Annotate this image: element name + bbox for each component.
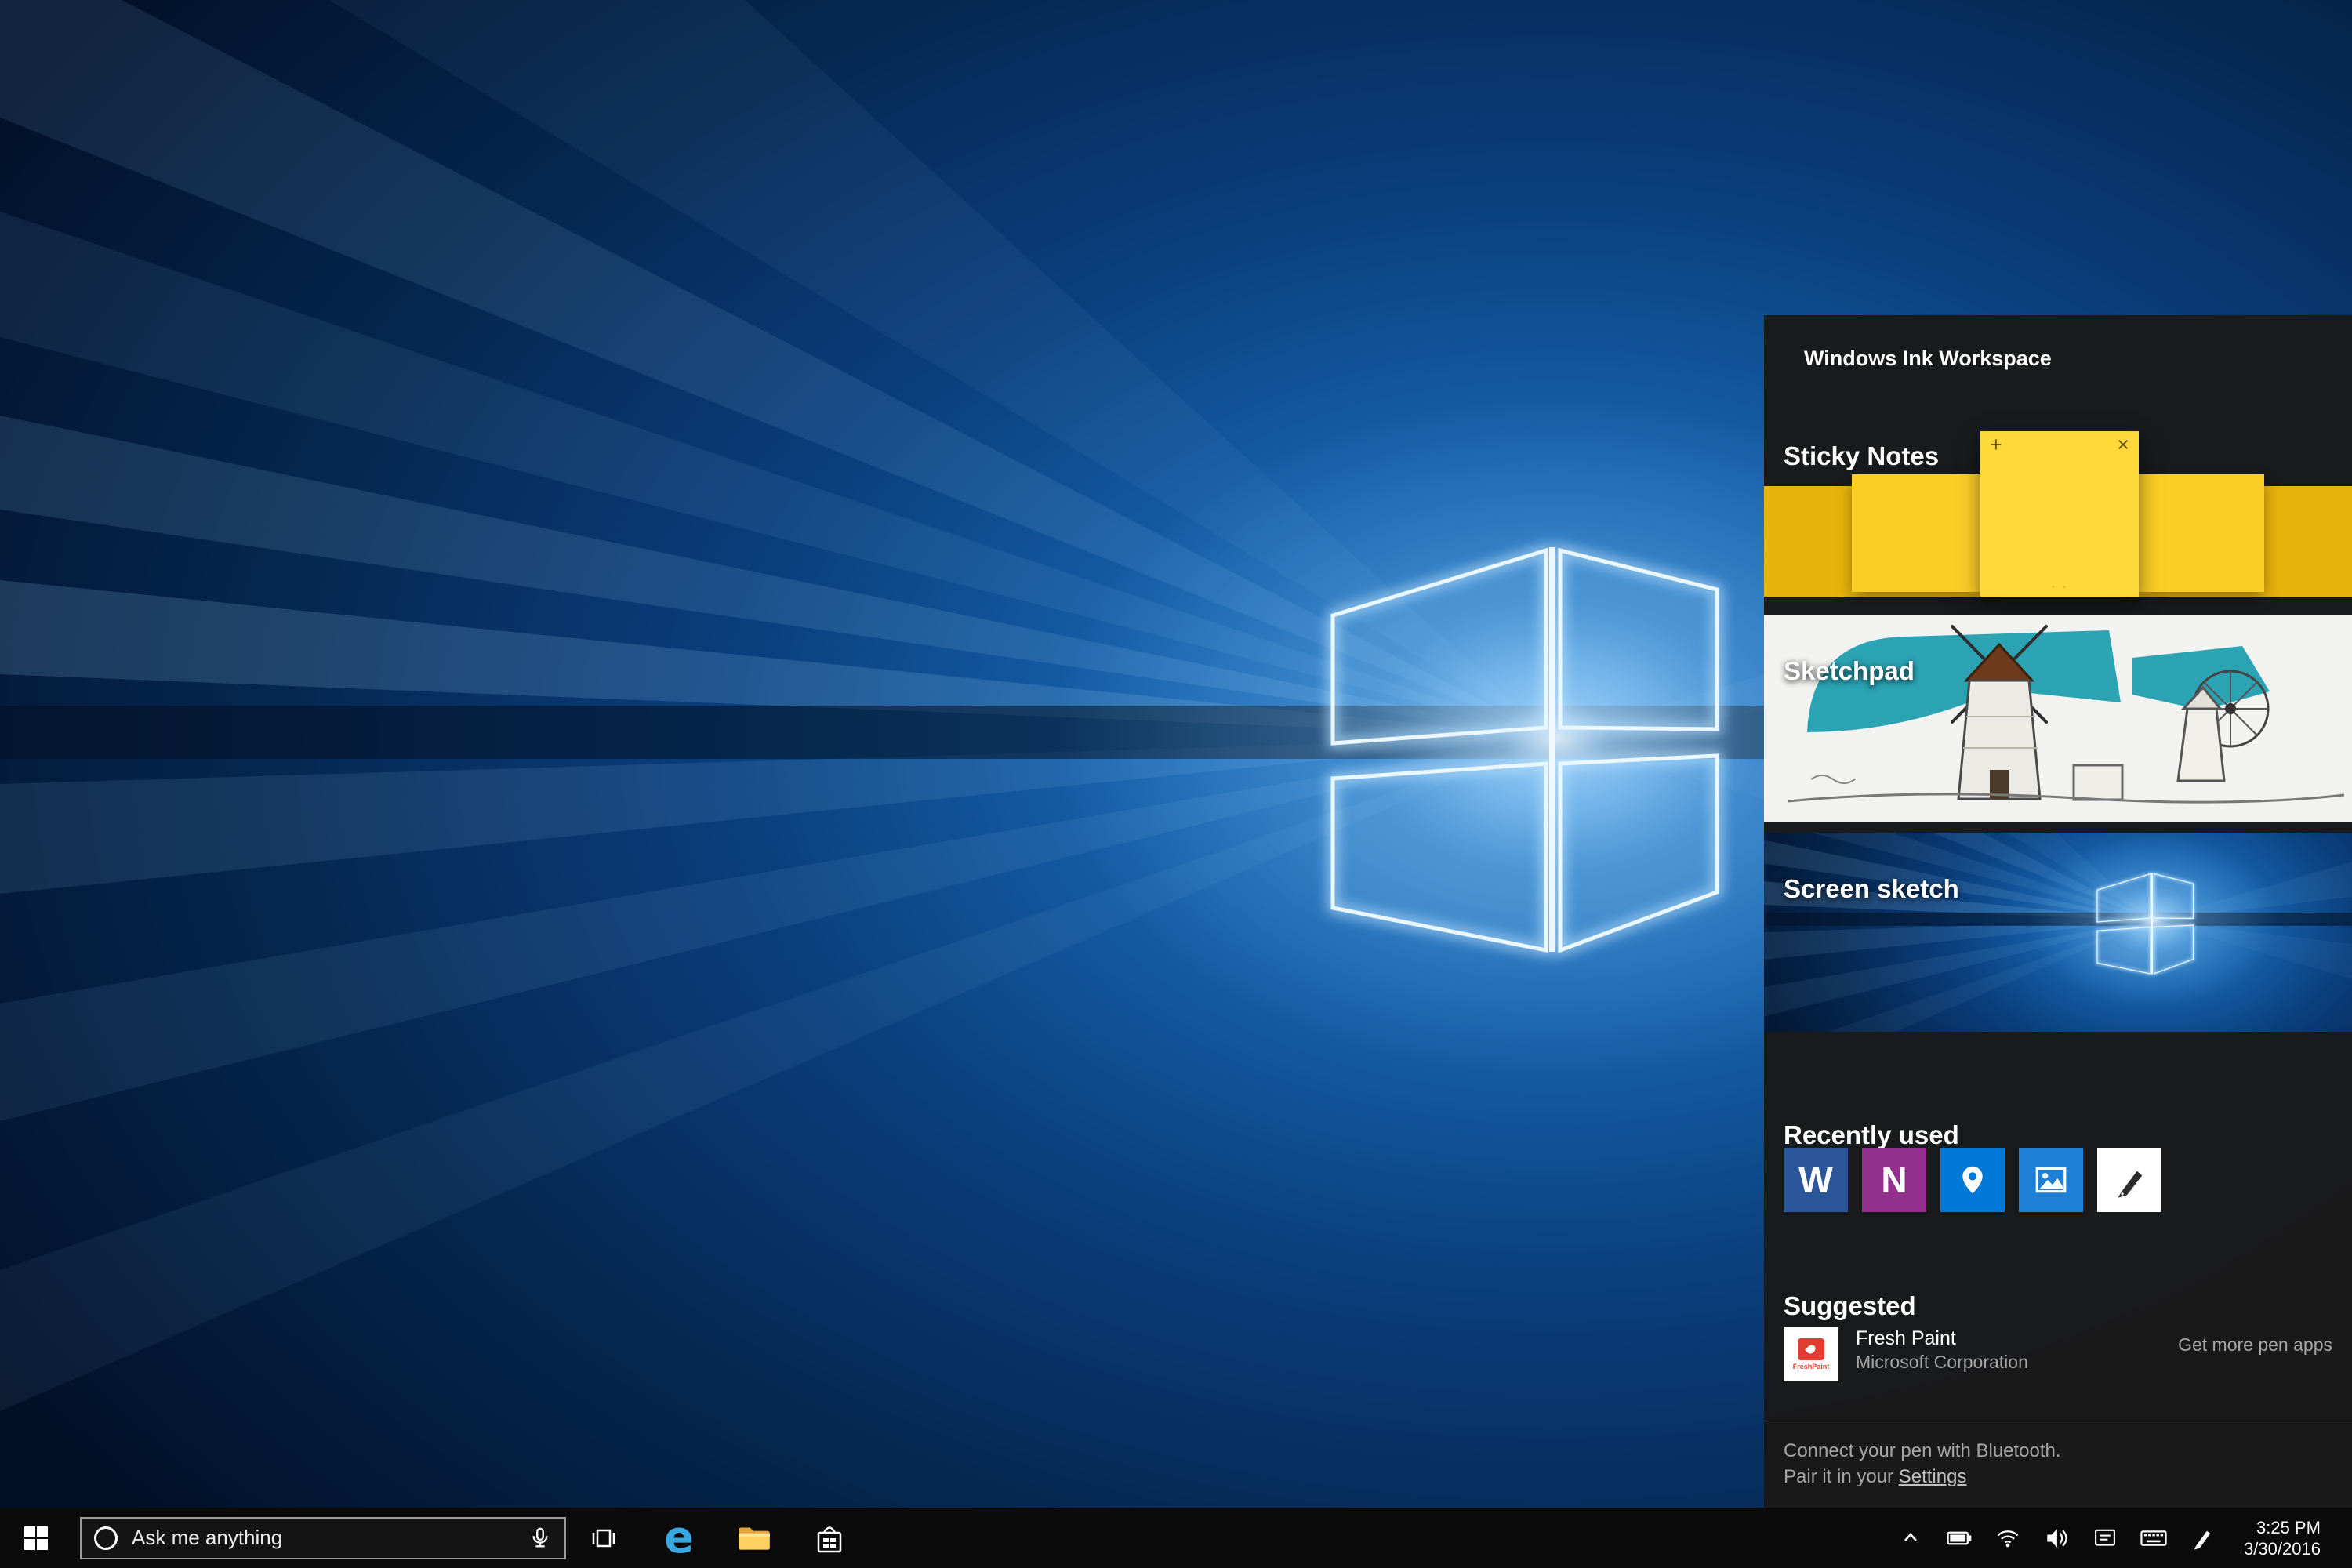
ink-workspace-button[interactable] [2178, 1508, 2227, 1568]
screen-sketch-tile[interactable]: Screen sketch [1764, 833, 2352, 1032]
photos-icon [2033, 1162, 2069, 1198]
sticky-note-header: + × [1980, 431, 2139, 456]
maps-pin-icon [1955, 1162, 1991, 1198]
recently-used-row: W N [1784, 1148, 2161, 1212]
footer-line2-text: Pair it in your [1784, 1466, 1899, 1487]
search-input[interactable] [130, 1525, 516, 1551]
note-resize-dots-icon: · · [1980, 579, 2139, 594]
add-note-icon[interactable]: + [1990, 433, 2002, 456]
desktop: Windows Ink Workspace Sticky Notes + × ·… [0, 0, 2352, 1568]
panel-footer: Connect your pen with Bluetooth. Pair it… [1784, 1438, 2061, 1490]
screen-sketch-preview-image [1764, 833, 2352, 1032]
store-button[interactable] [792, 1508, 867, 1568]
sticky-note[interactable]: + × · · [1980, 431, 2139, 597]
screen-sketch-label: Screen sketch [1784, 874, 1959, 904]
fresh-paint-logo-mark [1798, 1338, 1824, 1360]
taskbar-search-box[interactable] [80, 1517, 566, 1559]
task-view-icon [590, 1524, 618, 1552]
chevron-up-icon [1900, 1527, 1922, 1549]
fresh-paint-icon: FreshPaint [1784, 1327, 1838, 1381]
fountain-pen-icon [2109, 1160, 2150, 1200]
sticky-notes-preview[interactable]: + × · · [1764, 431, 2352, 600]
action-center-icon [2092, 1525, 2118, 1552]
get-more-pen-apps-link[interactable]: Get more pen apps [2178, 1334, 2332, 1356]
maps-app-tile[interactable] [1940, 1148, 2005, 1212]
panel-title: Windows Ink Workspace [1804, 347, 2052, 371]
show-hidden-icons-button[interactable] [1886, 1508, 1935, 1568]
sketchpad-tile[interactable]: Sketchpad [1764, 615, 2352, 822]
file-explorer-icon [735, 1519, 774, 1558]
cortana-icon [94, 1526, 118, 1550]
word-app-tile[interactable]: W [1784, 1148, 1848, 1212]
store-icon [812, 1521, 847, 1555]
fresh-paint-logo-caption: FreshPaint [1793, 1363, 1830, 1370]
footer-line1: Connect your pen with Bluetooth. [1784, 1438, 2061, 1464]
keyboard-icon [2139, 1523, 2169, 1553]
clock-time: 3:25 PM [2244, 1517, 2321, 1538]
sticky-note-back-right[interactable] [2139, 474, 2264, 592]
volume-button[interactable] [2032, 1508, 2081, 1568]
suggested-app-publisher: Microsoft Corporation [1856, 1351, 2028, 1374]
settings-link[interactable]: Settings [1899, 1466, 1967, 1487]
taskbar: e [0, 1508, 2352, 1568]
edge-button[interactable]: e [641, 1508, 717, 1568]
taskbar-clock[interactable]: 3:25 PM 3/30/2016 [2227, 1508, 2352, 1568]
system-tray: 3:25 PM 3/30/2016 [1886, 1508, 2352, 1568]
footer-line2: Pair it in your Settings [1784, 1464, 2061, 1490]
suggested-app-name: Fresh Paint [1856, 1327, 2028, 1351]
file-explorer-button[interactable] [717, 1508, 792, 1568]
onenote-app-tile[interactable]: N [1862, 1148, 1926, 1212]
ink-workspace-panel: Windows Ink Workspace Sticky Notes + × ·… [1764, 315, 2352, 1508]
word-icon: W [1798, 1159, 1832, 1201]
network-button[interactable] [1984, 1508, 2032, 1568]
recently-used-label: Recently used [1784, 1120, 1959, 1150]
suggested-app-text: Fresh Paint Microsoft Corporation [1856, 1327, 2028, 1374]
sketchpad-preview-image [1764, 615, 2352, 822]
microphone-icon[interactable] [528, 1526, 552, 1550]
sticky-note-back-left[interactable] [1852, 474, 1980, 592]
clock-date: 3/30/2016 [2244, 1538, 2321, 1559]
pen-sketch-app-tile[interactable] [2097, 1148, 2161, 1212]
suggested-label: Suggested [1784, 1291, 1916, 1321]
wifi-icon [1994, 1524, 2022, 1552]
battery-icon [1945, 1524, 1973, 1552]
sketchpad-label: Sketchpad [1784, 656, 1915, 686]
action-center-button[interactable] [2081, 1508, 2129, 1568]
task-view-button[interactable] [566, 1508, 641, 1568]
onenote-icon: N [1881, 1159, 1907, 1201]
speaker-icon [2042, 1524, 2071, 1552]
pen-icon [2189, 1525, 2216, 1552]
touch-keyboard-button[interactable] [2129, 1508, 2178, 1568]
start-button[interactable] [0, 1508, 72, 1568]
suggested-app-row[interactable]: FreshPaint Fresh Paint Microsoft Corpora… [1784, 1327, 2028, 1381]
close-note-icon[interactable]: × [2117, 433, 2129, 456]
edge-icon: e [664, 1516, 694, 1560]
battery-button[interactable] [1935, 1508, 1984, 1568]
windows-logo-icon [24, 1526, 49, 1551]
photos-app-tile[interactable] [2019, 1148, 2083, 1212]
